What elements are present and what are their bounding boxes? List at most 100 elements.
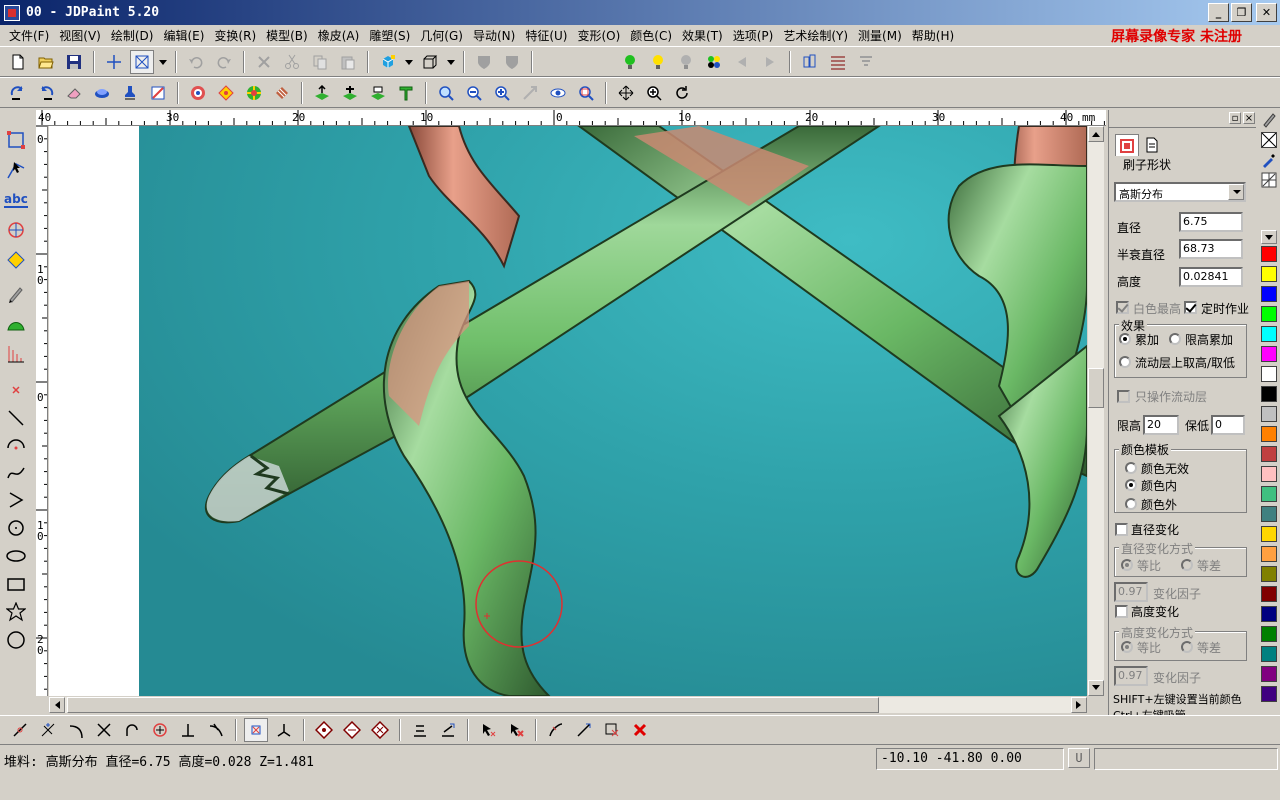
panel-close-button[interactable]: × bbox=[1243, 112, 1255, 124]
point-tool[interactable] bbox=[4, 378, 28, 402]
height-diff-radio[interactable] bbox=[1181, 641, 1193, 653]
snap-crosshair-button[interactable] bbox=[102, 50, 126, 74]
color-swatch[interactable] bbox=[1261, 246, 1277, 262]
polygon-tool[interactable] bbox=[4, 628, 28, 652]
menu-draw[interactable]: 绘制(D) bbox=[106, 27, 159, 44]
node-tool-2[interactable] bbox=[340, 718, 364, 742]
scale-tool[interactable] bbox=[4, 342, 28, 366]
menu-file[interactable]: 文件(F) bbox=[4, 27, 54, 44]
align-tool-2[interactable] bbox=[436, 718, 460, 742]
layers-button[interactable] bbox=[798, 50, 822, 74]
color-swatch[interactable] bbox=[1261, 566, 1277, 582]
color-swatch[interactable] bbox=[1261, 426, 1277, 442]
smooth-tool[interactable] bbox=[90, 81, 114, 105]
view-box-button[interactable] bbox=[418, 50, 442, 74]
sculpt-tool-2[interactable] bbox=[34, 81, 58, 105]
panel-pin-button[interactable]: ▫ bbox=[1229, 112, 1241, 124]
menu-feature[interactable]: 特征(U) bbox=[520, 27, 572, 44]
menu-edit[interactable]: 编辑(E) bbox=[158, 27, 209, 44]
rotate-view-button[interactable] bbox=[670, 81, 694, 105]
effect-accumulate-radio[interactable] bbox=[1119, 333, 1131, 345]
align-tool-1[interactable] bbox=[408, 718, 432, 742]
sculpt-tool-1[interactable] bbox=[6, 81, 30, 105]
select-rect-tool[interactable] bbox=[4, 128, 28, 152]
ellipse-tool[interactable] bbox=[4, 544, 28, 568]
shield-button-2[interactable] bbox=[500, 50, 524, 74]
scroll-up-button[interactable] bbox=[1088, 126, 1104, 142]
new-button[interactable] bbox=[6, 50, 30, 74]
select-pointer-button[interactable] bbox=[476, 718, 500, 742]
tool-path-button[interactable] bbox=[854, 50, 878, 74]
color-swatch[interactable] bbox=[1261, 366, 1277, 382]
keep-low-input[interactable]: 0 bbox=[1211, 415, 1245, 435]
light-prev-button[interactable] bbox=[730, 50, 754, 74]
menu-art-draw[interactable]: 艺术绘制(Y) bbox=[778, 27, 853, 44]
pattern-tool-4[interactable] bbox=[270, 81, 294, 105]
limit-high-input[interactable]: 20 bbox=[1143, 415, 1179, 435]
drawing-canvas[interactable] bbox=[49, 126, 1087, 696]
brush-tool[interactable] bbox=[4, 282, 28, 306]
menu-color[interactable]: 颜色(C) bbox=[625, 27, 677, 44]
circle-tool[interactable] bbox=[4, 218, 28, 242]
snap-axis-button[interactable] bbox=[272, 718, 296, 742]
light-green-button[interactable] bbox=[618, 50, 642, 74]
color-swatch[interactable] bbox=[1261, 606, 1277, 622]
view-3d-button[interactable] bbox=[376, 50, 400, 74]
circle-draw-tool[interactable] bbox=[4, 516, 28, 540]
color-swatch[interactable] bbox=[1261, 266, 1277, 282]
view-box-dropdown[interactable] bbox=[446, 50, 456, 74]
snap-tangent-button[interactable] bbox=[64, 718, 88, 742]
text-tool[interactable]: abc bbox=[4, 188, 28, 212]
diameter-change-checkbox[interactable] bbox=[1115, 523, 1128, 536]
delete-button[interactable] bbox=[252, 50, 276, 74]
color-swatch[interactable] bbox=[1261, 346, 1277, 362]
diameter-ratio-radio[interactable] bbox=[1121, 559, 1133, 571]
scroll-left-button[interactable] bbox=[49, 697, 65, 713]
snap-arc-button[interactable] bbox=[120, 718, 144, 742]
height-factor-input[interactable]: 0.97 bbox=[1114, 666, 1148, 686]
shield-button-1[interactable] bbox=[472, 50, 496, 74]
horizontal-scroll-thumb[interactable] bbox=[67, 697, 879, 713]
color-outside-radio[interactable] bbox=[1125, 498, 1137, 510]
menu-eraser[interactable]: 橡皮(A) bbox=[313, 27, 365, 44]
eyedropper-tool[interactable] bbox=[1261, 152, 1277, 168]
diameter-diff-radio[interactable] bbox=[1181, 559, 1193, 571]
node-edit-tool[interactable] bbox=[4, 158, 28, 182]
line-tool[interactable] bbox=[4, 406, 28, 430]
color-swatch[interactable] bbox=[1261, 666, 1277, 682]
view-3d-dropdown[interactable] bbox=[404, 50, 414, 74]
snap-intersect-button[interactable] bbox=[92, 718, 116, 742]
save-button[interactable] bbox=[62, 50, 86, 74]
node-tool-1[interactable] bbox=[312, 718, 336, 742]
relief-render[interactable] bbox=[139, 126, 1087, 696]
relief-tool-1[interactable] bbox=[310, 81, 334, 105]
document-tab[interactable] bbox=[1141, 134, 1165, 156]
menu-help[interactable]: 帮助(H) bbox=[907, 27, 959, 44]
diameter-input[interactable]: 6.75 bbox=[1179, 212, 1243, 232]
view-eye-button[interactable] bbox=[546, 81, 570, 105]
polyline-tool[interactable] bbox=[4, 488, 28, 512]
color-swatch[interactable] bbox=[1261, 406, 1277, 422]
pan-button[interactable] bbox=[614, 81, 638, 105]
snap-perpendicular-foot-button[interactable] bbox=[176, 718, 200, 742]
scroll-down-button[interactable] bbox=[1088, 680, 1104, 696]
spline-tool[interactable] bbox=[4, 460, 28, 484]
menu-effect[interactable]: 效果(T) bbox=[677, 27, 728, 44]
menu-deform[interactable]: 变形(O) bbox=[572, 27, 625, 44]
pen-tool[interactable] bbox=[1261, 112, 1277, 128]
maximize-button[interactable]: ❐ bbox=[1231, 3, 1252, 22]
effect-flow-layer-radio[interactable] bbox=[1119, 356, 1131, 368]
color-swatch[interactable] bbox=[1261, 626, 1277, 642]
color-inside-radio[interactable] bbox=[1125, 479, 1137, 491]
white-highest-checkbox[interactable] bbox=[1116, 301, 1129, 314]
color-swatch[interactable] bbox=[1261, 586, 1277, 602]
height-ratio-radio[interactable] bbox=[1121, 641, 1133, 653]
relief-tool-2[interactable] bbox=[338, 81, 362, 105]
select-box-button[interactable] bbox=[130, 49, 154, 74]
color-swatch[interactable] bbox=[1261, 286, 1277, 302]
color-swatch[interactable] bbox=[1261, 306, 1277, 322]
menu-transform[interactable]: 变换(R) bbox=[209, 27, 261, 44]
color-swatch[interactable] bbox=[1261, 546, 1277, 562]
node-tool-3[interactable] bbox=[368, 718, 392, 742]
color-grid-tool[interactable] bbox=[1261, 172, 1277, 188]
